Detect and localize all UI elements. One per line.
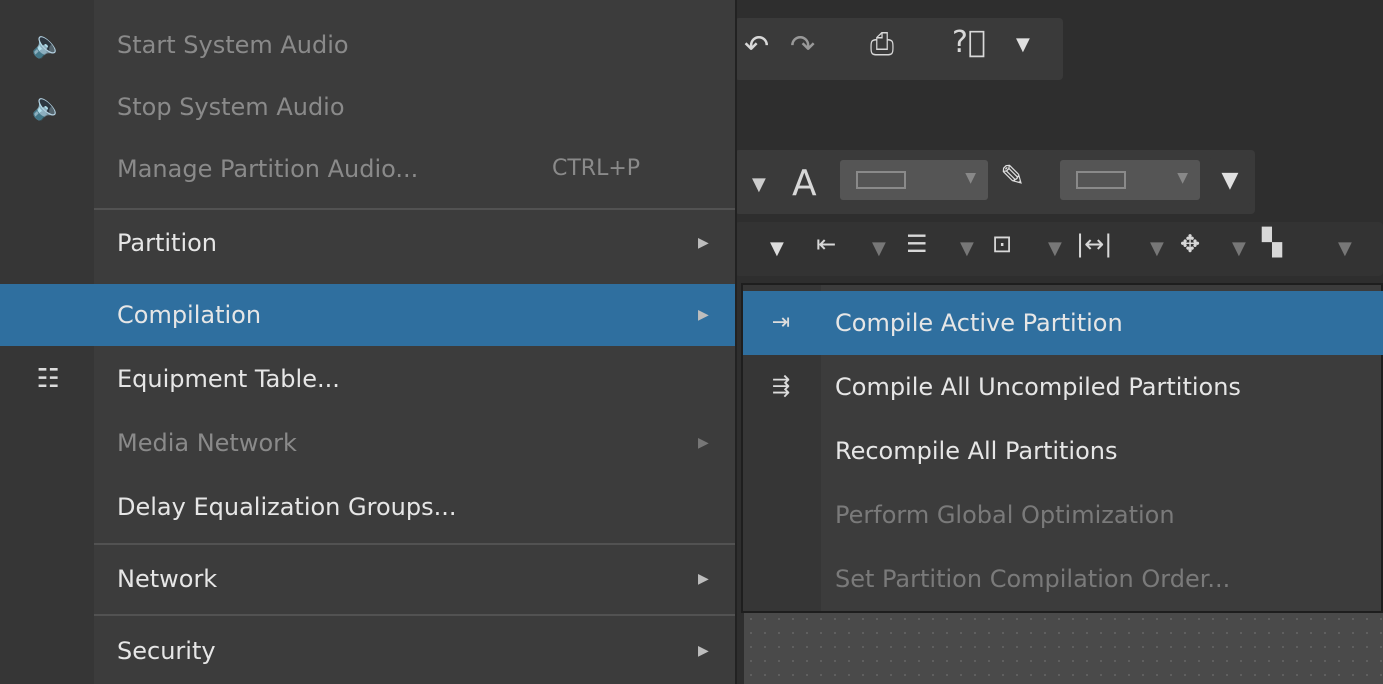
chevron-down-icon[interactable]: ▼ — [1338, 240, 1352, 258]
chevron-down-icon: ▼ — [965, 170, 976, 186]
toolbar-overflow-chevron-icon[interactable]: ▼ — [1016, 36, 1030, 54]
arrange-order-icon[interactable]: ▚ — [1262, 230, 1282, 256]
help-icon[interactable]: ?⃝ — [952, 28, 986, 58]
menu-item-manage-partition-audio[interactable]: Manage Partition Audio... CTRL+P — [0, 138, 735, 200]
menu-item-label: Partition — [117, 229, 218, 257]
menu-item-partition[interactable]: Partition ▶ — [0, 212, 735, 274]
redo-icon[interactable]: ↷ — [790, 32, 815, 62]
compile-active-icon: ⇥ — [771, 310, 791, 335]
swatch-preview — [1076, 171, 1126, 189]
line-color-swatch[interactable]: ▼ — [1060, 160, 1200, 200]
submenu-item-compile-all-uncompiled[interactable]: ⇶ Compile All Uncompiled Partitions — [743, 355, 1383, 419]
compilation-submenu: ⇥ Compile Active Partition ⇶ Compile All… — [741, 283, 1383, 613]
submenu-item-recompile-all[interactable]: Recompile All Partitions — [743, 419, 1383, 483]
submenu-item-label: Compile All Uncompiled Partitions — [835, 373, 1241, 401]
menu-item-network[interactable]: Network ▶ — [0, 548, 735, 610]
submenu-arrow-icon: ▶ — [698, 643, 709, 659]
line-color-brush-icon[interactable]: ✎ — [1000, 162, 1025, 192]
text-color-swatch[interactable]: ▼ — [840, 160, 988, 200]
chevron-down-icon[interactable]: ▼ — [960, 240, 974, 258]
space-evenly-icon[interactable]: |↔| — [1076, 232, 1112, 256]
chevron-down-icon[interactable]: ▼ — [1232, 240, 1246, 258]
chevron-down-icon[interactable]: ▼ — [752, 176, 766, 194]
submenu-item-compilation-order[interactable]: Set Partition Compilation Order... — [743, 547, 1383, 611]
menu-item-label: Delay Equalization Groups... — [117, 493, 457, 521]
table-list-icon: ☷ — [36, 364, 60, 394]
submenu-arrow-icon: ▶ — [698, 435, 709, 451]
menu-item-label: Media Network — [117, 429, 297, 457]
toolbar-standard — [735, 18, 1063, 80]
menu-separator — [94, 614, 735, 616]
submenu-item-compile-active-partition[interactable]: ⇥ Compile Active Partition — [743, 291, 1383, 355]
center-icon[interactable]: ⊡ — [992, 232, 1012, 256]
menu-item-media-network[interactable]: Media Network ▶ — [0, 412, 735, 474]
menu-item-shortcut: CTRL+P — [552, 156, 641, 181]
move-icon[interactable]: ✥ — [1180, 232, 1200, 256]
compile-all-icon: ⇶ — [771, 374, 791, 399]
submenu-item-label: Perform Global Optimization — [835, 501, 1175, 529]
menu-item-label: Manage Partition Audio... — [117, 155, 419, 183]
submenu-arrow-icon: ▶ — [698, 235, 709, 251]
undo-icon[interactable]: ↶ — [744, 32, 769, 62]
menu-item-delay-equalization-groups[interactable]: Delay Equalization Groups... — [0, 476, 735, 538]
menu-item-compilation[interactable]: Compilation ▶ — [0, 284, 735, 346]
swatch-preview — [856, 171, 906, 189]
chevron-down-icon[interactable]: ▼ — [1150, 240, 1164, 258]
menu-separator — [94, 208, 735, 210]
menu-item-equipment-table[interactable]: ☷ Equipment Table... — [0, 348, 735, 410]
text-color-icon[interactable]: A — [792, 166, 817, 202]
submenu-item-label: Set Partition Compilation Order... — [835, 565, 1231, 593]
menu-item-security[interactable]: Security ▶ — [0, 620, 735, 682]
menu-separator — [94, 543, 735, 545]
submenu-arrow-icon: ▶ — [698, 307, 709, 323]
design-canvas[interactable] — [744, 612, 1383, 684]
chevron-down-icon: ▼ — [1177, 170, 1188, 186]
speaker-stop-icon: 🔈 — [31, 92, 65, 122]
submenu-arrow-icon: ▶ — [698, 571, 709, 587]
menu-item-label: Start System Audio — [117, 31, 349, 59]
chevron-down-icon[interactable]: ▼ — [770, 240, 784, 258]
menu-item-highlight — [0, 284, 94, 346]
submenu-item-label: Recompile All Partitions — [835, 437, 1118, 465]
submenu-item-global-optimization[interactable]: Perform Global Optimization — [743, 483, 1383, 547]
menu-item-label: Compilation — [117, 301, 262, 329]
menu-item-label: Equipment Table... — [117, 365, 340, 393]
chevron-down-icon[interactable]: ▼ — [1048, 240, 1062, 258]
align-top-icon[interactable]: ☰ — [906, 232, 928, 256]
chevron-down-icon[interactable]: ▼ — [872, 240, 886, 258]
menu-item-start-system-audio[interactable]: 🔈 Start System Audio — [0, 14, 735, 76]
submenu-item-label: Compile Active Partition — [835, 309, 1123, 337]
main-dropdown-menu: 🔈 Start System Audio 🔈 Stop System Audio… — [0, 0, 737, 684]
toolbar-overflow-button[interactable]: ▼ — [1208, 158, 1252, 204]
menu-item-label: Stop System Audio — [117, 93, 345, 121]
print-icon[interactable]: ⎙ — [870, 30, 894, 60]
menu-item-label: Security — [117, 637, 216, 665]
menu-item-label: Network — [117, 565, 218, 593]
menu-item-stop-system-audio[interactable]: 🔈 Stop System Audio — [0, 76, 735, 138]
align-left-icon[interactable]: ⇤ — [816, 232, 836, 256]
speaker-play-icon: 🔈 — [31, 30, 65, 60]
